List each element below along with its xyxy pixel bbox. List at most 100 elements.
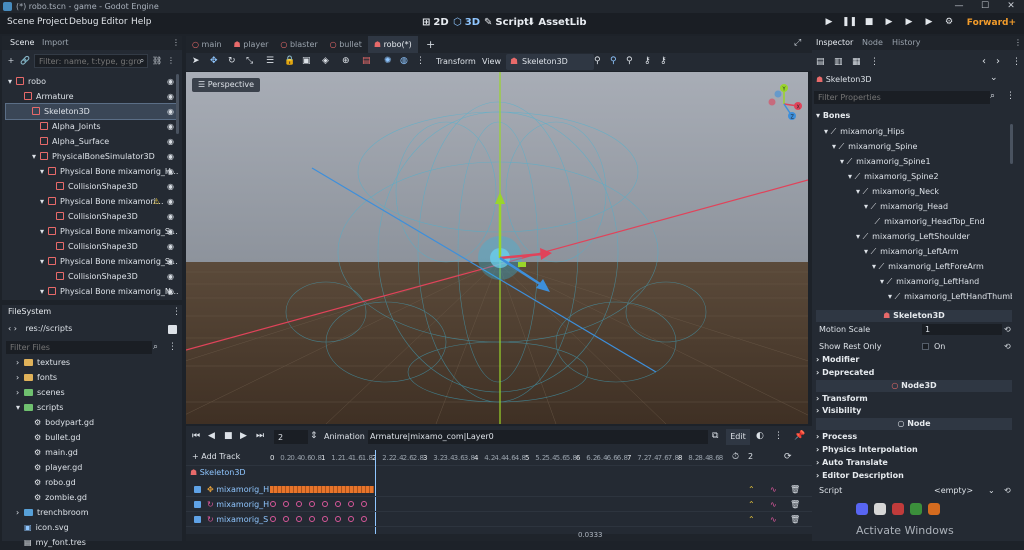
expand-toggle-icon[interactable]: › bbox=[16, 355, 24, 370]
scene-tree-node[interactable]: CollisionShape3D ◉ bbox=[6, 179, 178, 194]
keyframe-marker[interactable] bbox=[296, 516, 302, 522]
new-resource-icon[interactable]: ▤ bbox=[816, 57, 825, 67]
scene-tree-node[interactable]: ▾ Physical Bone mixamori... ⚠ ◉ bbox=[6, 194, 178, 209]
expand-toggle-icon[interactable]: ▾ bbox=[16, 400, 24, 415]
loop-wrap-icon[interactable]: ∿ bbox=[770, 512, 777, 527]
play-backwards-icon[interactable]: ◀ bbox=[208, 431, 215, 441]
resource-menu-icon[interactable]: ⋮ bbox=[870, 57, 879, 67]
keyframe-marker[interactable] bbox=[283, 516, 289, 522]
visibility-eye-icon[interactable]: ◉ bbox=[167, 149, 174, 164]
filesystem-filter-input[interactable] bbox=[6, 341, 152, 354]
keyframe-marker[interactable] bbox=[361, 516, 367, 522]
scene-tree-node[interactable]: CollisionShape3D ◉ bbox=[6, 239, 178, 254]
play-custom-button[interactable]: ▶ bbox=[902, 17, 916, 27]
select-tool-icon[interactable]: ➤ bbox=[192, 56, 200, 66]
play-backwards-start-icon[interactable]: ⏮ bbox=[192, 431, 200, 441]
expand-toggle-icon[interactable]: › bbox=[16, 505, 24, 520]
visibility-eye-icon[interactable]: ◉ bbox=[167, 209, 174, 224]
revert-icon[interactable]: ⟲ bbox=[1004, 339, 1011, 354]
loop-icon[interactable]: ⟳ bbox=[784, 452, 792, 462]
visibility-eye-icon[interactable]: ◉ bbox=[167, 179, 174, 194]
bone-tree-item[interactable]: ▾ ⟋ mixamorig_Spine bbox=[816, 139, 1012, 154]
tab-inspector[interactable]: Inspector bbox=[816, 38, 853, 47]
keyframe-marker[interactable] bbox=[348, 516, 354, 522]
rotate-tool-icon[interactable]: ↻ bbox=[228, 56, 236, 66]
history-back-icon[interactable]: ‹ bbox=[982, 56, 986, 67]
instance-scene-icon[interactable]: ⛓ bbox=[152, 56, 162, 66]
open-resource-icon[interactable]: ▥ bbox=[834, 57, 843, 67]
tab-history[interactable]: History bbox=[892, 38, 920, 47]
bone-tree-item[interactable]: ▾ ⟋ mixamorig_Head bbox=[816, 199, 1012, 214]
animation-length[interactable]: 2 bbox=[748, 452, 753, 461]
track-keyframes[interactable] bbox=[270, 516, 374, 523]
view-gizmo[interactable]: Y X Z bbox=[764, 84, 804, 124]
chevron-down-icon[interactable]: ⌄ bbox=[988, 483, 995, 498]
frame-input[interactable] bbox=[274, 430, 308, 444]
keyframe-marker[interactable] bbox=[361, 501, 367, 507]
visibility-eye-icon[interactable]: ◉ bbox=[167, 89, 174, 104]
filesystem-item[interactable]: ▤ my_font.tres bbox=[6, 535, 178, 550]
key-icon[interactable]: ⚷ bbox=[644, 56, 651, 66]
keyframe-marker[interactable] bbox=[322, 501, 328, 507]
expand-toggle-icon[interactable]: ▾ bbox=[840, 157, 847, 166]
snap-icon[interactable]: ⊕ bbox=[342, 56, 350, 66]
bone-tree-item[interactable]: ▾ ⟋ mixamorig_Neck bbox=[816, 184, 1012, 199]
script-value[interactable]: <empty> bbox=[934, 483, 973, 498]
expand-toggle-icon[interactable]: ▾ bbox=[40, 194, 48, 209]
animation-track-row[interactable]: ↻ mixamorig_H ⌃ ∿ 🗑 bbox=[186, 497, 812, 512]
inspector-options-icon[interactable]: ⋮ bbox=[1006, 91, 1015, 101]
bones-section[interactable]: ▾ Bones bbox=[816, 110, 1012, 122]
environment-preview-icon[interactable]: ◍ bbox=[400, 56, 408, 66]
filesystem-item[interactable]: › textures bbox=[6, 355, 178, 370]
expand-toggle-icon[interactable]: ▾ bbox=[848, 172, 855, 181]
sort-icon[interactable]: ⋮ bbox=[168, 342, 177, 352]
add-node-icon[interactable]: + bbox=[6, 56, 16, 66]
workspace-assetlib[interactable]: ⬇ AssetLib bbox=[527, 17, 587, 28]
inspector-menu-icon[interactable]: ⋮ bbox=[1014, 38, 1022, 47]
visibility-eye-icon[interactable]: ◉ bbox=[167, 269, 174, 284]
bone-tree-item[interactable]: ▾ ⟋ mixamorig_LeftShoulder bbox=[816, 229, 1012, 244]
visibility-eye-icon[interactable]: ◉ bbox=[167, 239, 174, 254]
stop-button[interactable]: ■ bbox=[862, 17, 876, 27]
skeleton-menu[interactable]: ☗ Skeleton3D bbox=[506, 54, 594, 70]
play-from-start-icon[interactable]: ⏭ bbox=[256, 431, 264, 441]
loop-wrap-icon[interactable]: ∿ bbox=[770, 497, 777, 512]
use-local-space-icon[interactable]: ◈ bbox=[322, 56, 329, 66]
keyframe-marker[interactable] bbox=[296, 501, 302, 507]
track-enabled-checkbox[interactable] bbox=[194, 516, 201, 523]
view-menu[interactable]: View bbox=[482, 57, 501, 66]
list-select-icon[interactable]: ☰ bbox=[266, 56, 274, 66]
modifier-section[interactable]: › Modifier bbox=[816, 354, 1012, 366]
expand-toggle-icon[interactable]: ▾ bbox=[888, 292, 895, 301]
bone-select-icon[interactable]: ⚲ bbox=[610, 56, 617, 66]
maximize-button[interactable]: ☐ bbox=[972, 0, 998, 13]
visibility-section[interactable]: › Visibility bbox=[816, 405, 1012, 417]
scene-tab[interactable]: ○ main bbox=[186, 36, 228, 53]
dock-menu-icon[interactable]: ⋮ bbox=[172, 38, 180, 47]
3d-viewport[interactable]: ☰ Perspective Y X Z bbox=[186, 72, 808, 424]
expand-toggle-icon[interactable]: ▾ bbox=[864, 247, 871, 256]
app-icon[interactable] bbox=[928, 503, 940, 515]
scene-tree-node[interactable]: ▾ Physical Bone mixamorig_S... ◉ bbox=[6, 254, 178, 269]
bone-tree-item[interactable]: ▾ ⟋ mixamorig_Spine2 bbox=[816, 169, 1012, 184]
track-keyframes[interactable] bbox=[270, 501, 374, 508]
scene-tree-node[interactable]: ▾ robo ◉ bbox=[6, 74, 178, 89]
expand-toggle-icon[interactable]: ▾ bbox=[40, 224, 48, 239]
auto-translate-section[interactable]: › Auto Translate bbox=[816, 457, 1012, 469]
keyframe-marker[interactable] bbox=[322, 516, 328, 522]
stepper-icon[interactable]: ⇕ bbox=[310, 431, 318, 441]
play-project-button[interactable]: ▶ bbox=[822, 17, 836, 27]
deprecated-section[interactable]: › Deprecated bbox=[816, 367, 1012, 379]
menu-help[interactable]: Help bbox=[131, 17, 152, 27]
expand-toggle-icon[interactable]: ▾ bbox=[40, 164, 48, 179]
sun-preview-icon[interactable]: ✺ bbox=[384, 56, 392, 66]
keyframe-marker[interactable] bbox=[270, 516, 276, 522]
visibility-eye-icon[interactable]: ◉ bbox=[167, 74, 174, 89]
scene-tab[interactable]: ☗ player bbox=[228, 36, 275, 53]
link-icon[interactable]: 🔗 bbox=[20, 56, 30, 66]
scene-tree-scrollbar[interactable] bbox=[176, 74, 179, 134]
visibility-eye-icon[interactable]: ◉ bbox=[167, 224, 174, 239]
filesystem-item[interactable]: ▾ scripts bbox=[6, 400, 178, 415]
filesystem-item[interactable]: › trenchbroom bbox=[6, 505, 178, 520]
history-forward-icon[interactable]: › bbox=[996, 56, 1000, 67]
